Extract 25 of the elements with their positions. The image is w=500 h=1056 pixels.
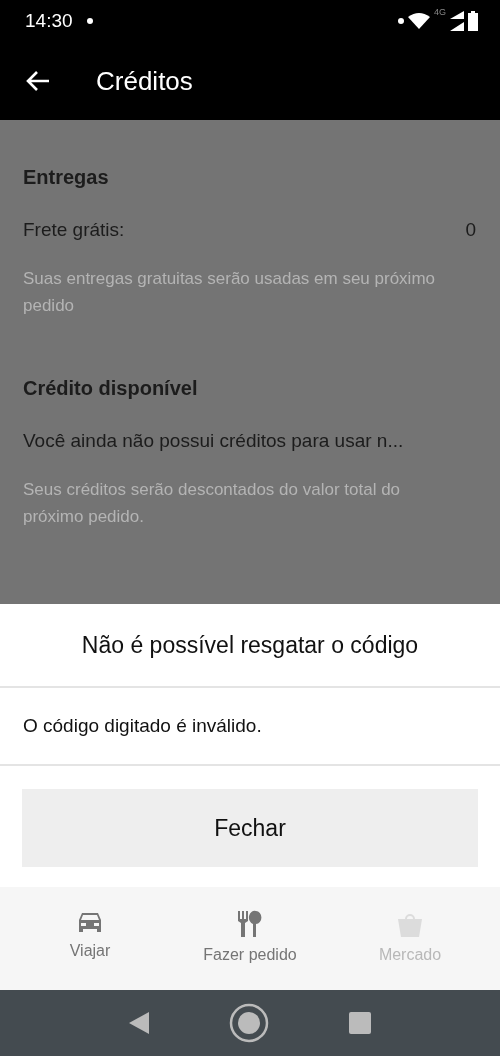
battery-icon: [468, 11, 478, 31]
row-label: Você ainda não possui créditos para usar n...: [23, 430, 404, 452]
dot-icon: [398, 18, 404, 24]
home-icon[interactable]: [229, 1003, 269, 1043]
signal-icon: [450, 11, 464, 31]
network-type: 4G: [434, 7, 446, 17]
dialog-message: O código digitado é inválido.: [0, 688, 500, 766]
section-title: Crédito disponível: [23, 377, 199, 400]
dot-icon: [86, 18, 93, 24]
row-value: 0: [465, 219, 476, 241]
back-arrow-icon[interactable]: [26, 70, 50, 92]
dialog-title: Não é possível resgatar o código: [0, 604, 500, 688]
status-time: 14:30: [25, 10, 73, 32]
section-note: Suas entregas gratuitas serão usadas em seu próximo pedido: [23, 268, 436, 317]
back-icon[interactable]: [129, 1012, 149, 1034]
nav-tab[interactable]: Viajar: [30, 909, 150, 990]
wifi-icon: [408, 13, 430, 29]
section-title: Entregas: [23, 166, 110, 189]
fork-spoon-icon: [236, 910, 264, 938]
section-note: Seus créditos serão descontados do valor total do próximo pedido.: [23, 479, 402, 528]
nav-tab[interactable]: Fazer pedido: [190, 909, 310, 990]
page-title: Créditos: [96, 65, 193, 97]
close-button[interactable]: Fechar: [22, 789, 478, 867]
car-icon: [77, 910, 103, 934]
row-label: Frete grátis:: [23, 219, 125, 241]
